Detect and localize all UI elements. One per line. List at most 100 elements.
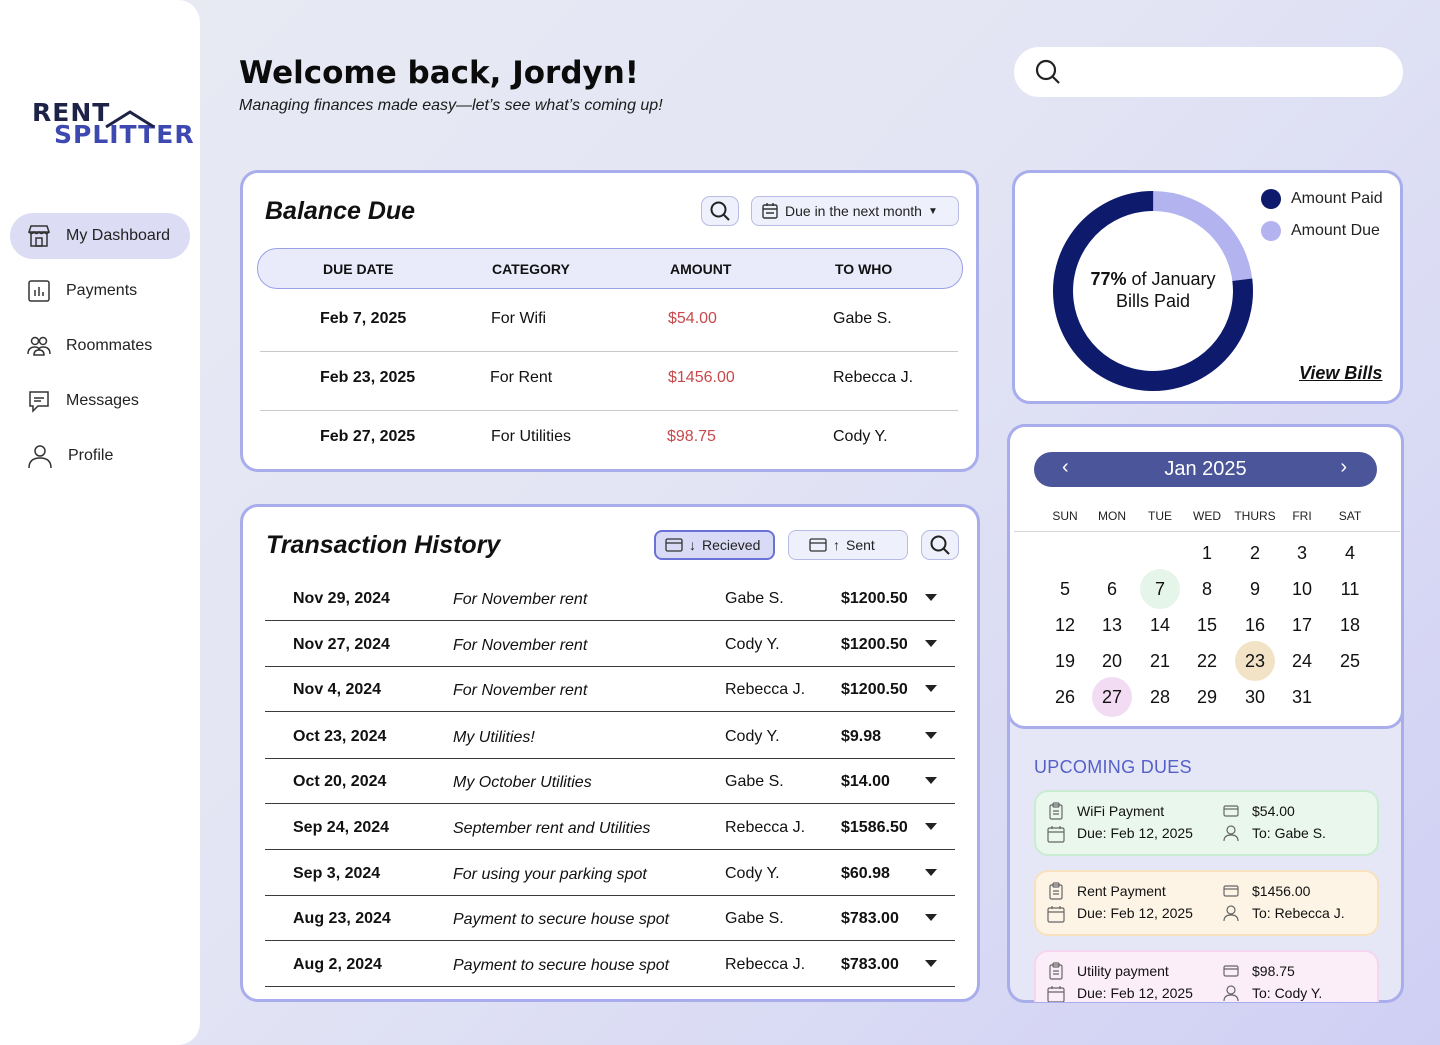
transaction-amount: $783.00 [841, 910, 899, 927]
search-input[interactable] [1072, 63, 1392, 81]
calendar-day[interactable]: 26 [1045, 677, 1085, 717]
calendar-day[interactable]: 5 [1045, 569, 1085, 609]
calendar-day[interactable]: 17 [1282, 605, 1322, 645]
view-bills-link[interactable]: View Bills [1299, 363, 1382, 384]
calendar-day[interactable]: 23 [1235, 641, 1275, 681]
due-amount: $1456.00 [668, 369, 735, 386]
expand-caret-icon[interactable] [925, 777, 937, 784]
calendar-day[interactable]: 8 [1187, 569, 1227, 609]
transaction-search-button[interactable] [921, 530, 959, 560]
paid-caption: of January [1126, 269, 1216, 289]
calendar-day[interactable]: 27 [1092, 677, 1132, 717]
calendar-day[interactable]: 10 [1282, 569, 1322, 609]
calendar-day[interactable]: 20 [1092, 641, 1132, 681]
table-row[interactable]: Feb 7, 2025 For Wifi $54.00 Gabe S. [260, 293, 958, 352]
sidebar-item-messages[interactable]: Messages [10, 378, 190, 424]
calendar-day[interactable]: 31 [1282, 677, 1322, 717]
calendar-day[interactable]: 3 [1282, 533, 1322, 573]
due-filter-dropdown[interactable]: Due in the next month ▼ [751, 196, 959, 226]
balance-due-card: Balance Due Due in the next month ▼ DUE … [240, 170, 979, 472]
chevron-left-icon[interactable]: ‹ [1062, 456, 1069, 479]
calendar-day[interactable]: 14 [1140, 605, 1180, 645]
transaction-date: Aug 2, 2024 [293, 956, 382, 973]
user-icon [1223, 985, 1239, 1002]
transaction-row[interactable]: Oct 20, 2024 My October Utilities Gabe S. $… [265, 768, 957, 804]
due-date: Feb 27, 2025 [320, 428, 416, 445]
expand-caret-icon[interactable] [925, 914, 937, 921]
calendar-day[interactable]: 12 [1045, 605, 1085, 645]
due-date: Due: Feb 12, 2025 [1077, 905, 1193, 921]
due-recipient: To: Rebecca J. [1252, 905, 1345, 921]
transaction-row[interactable]: Sep 3, 2024 For using your parking spot Co… [265, 860, 957, 896]
balance-search-button[interactable] [701, 196, 739, 226]
calendar-day[interactable]: 22 [1187, 641, 1227, 681]
calendar-day[interactable]: 13 [1092, 605, 1132, 645]
calendar-day[interactable]: 21 [1140, 641, 1180, 681]
tab-sent[interactable]: ↑ Sent [788, 530, 908, 560]
calendar-day[interactable]: 2 [1235, 533, 1275, 573]
expand-caret-icon[interactable] [925, 640, 937, 647]
calendar-day[interactable]: 30 [1235, 677, 1275, 717]
sidebar-item-profile[interactable]: Profile [10, 433, 190, 479]
table-row[interactable]: Feb 23, 2025 For Rent $1456.00 Rebecca J… [260, 352, 958, 411]
table-row[interactable]: Feb 27, 2025 For Utilities $98.75 Cody Y… [260, 411, 958, 470]
transaction-row[interactable]: Nov 4, 2024 For November rent Rebecca J. $1… [265, 676, 957, 712]
transaction-row[interactable]: Nov 29, 2024 For November rent Gabe S. $120… [265, 585, 957, 621]
upcoming-due-card[interactable]: WiFi Payment Due: Feb 12, 2025 $54.00 To: G… [1034, 790, 1379, 856]
upcoming-due-card[interactable]: Rent Payment Due: Feb 12, 2025 $1456.00 To:… [1034, 870, 1379, 936]
due-amount: $98.75 [1252, 963, 1295, 979]
due-amount: $54.00 [668, 310, 717, 327]
chevron-right-icon[interactable]: › [1340, 456, 1347, 479]
calendar-day[interactable]: 9 [1235, 569, 1275, 609]
transaction-row[interactable]: Sep 24, 2024 September rent and Utilities… [265, 814, 957, 850]
transaction-row[interactable]: Aug 2, 2024 Payment to secure house spot R… [265, 951, 957, 987]
weekday-label: FRI [1292, 509, 1312, 523]
calendar-day[interactable]: 25 [1330, 641, 1370, 681]
sidebar-item-roommates[interactable]: Roommates [10, 323, 190, 369]
row-divider [265, 849, 955, 850]
expand-caret-icon[interactable] [925, 823, 937, 830]
page-title: Welcome back, Jordyn! [239, 55, 639, 91]
transaction-row[interactable]: Aug 23, 2024 Payment to secure house spot… [265, 905, 957, 941]
calendar-day[interactable]: 7 [1140, 569, 1180, 609]
transaction-date: Oct 23, 2024 [293, 728, 387, 745]
transaction-date: Nov 4, 2024 [293, 681, 382, 698]
calendar-day[interactable]: 1 [1187, 533, 1227, 573]
upcoming-due-card[interactable]: Utility payment Due: Feb 12, 2025 $98.75 To… [1034, 950, 1379, 1002]
transaction-description: September rent and Utilities [453, 820, 651, 837]
transaction-description: For November rent [453, 591, 588, 608]
transaction-description: Payment to secure house spot [453, 911, 670, 928]
transaction-date: Oct 20, 2024 [293, 773, 387, 790]
expand-caret-icon[interactable] [925, 869, 937, 876]
sidebar-item-dashboard[interactable]: My Dashboard [10, 213, 190, 259]
calendar-day[interactable]: 6 [1092, 569, 1132, 609]
search-bar[interactable] [1014, 47, 1403, 97]
expand-caret-icon[interactable] [925, 594, 937, 601]
transaction-row[interactable]: Oct 23, 2024 My Utilities! Cody Y. $9.98 [265, 723, 957, 759]
row-divider [265, 803, 955, 804]
sidebar-item-payments[interactable]: Payments [10, 268, 190, 314]
due-name: Utility payment [1077, 963, 1169, 979]
due-recipient: To: Gabe S. [1252, 825, 1326, 841]
calendar-day[interactable]: 15 [1187, 605, 1227, 645]
expand-caret-icon[interactable] [925, 732, 937, 739]
transaction-amount: $1586.50 [841, 819, 908, 836]
calendar-day[interactable]: 29 [1187, 677, 1227, 717]
calendar-day[interactable]: 19 [1045, 641, 1085, 681]
calendar-day[interactable]: 24 [1282, 641, 1322, 681]
transaction-amount: $1200.50 [841, 681, 908, 698]
users-icon [27, 336, 51, 356]
transaction-person: Rebecca J. [725, 819, 806, 836]
calendar-day[interactable]: 18 [1330, 605, 1370, 645]
due-filter-label: Due in the next month [785, 203, 922, 219]
calendar-day[interactable]: 11 [1330, 569, 1370, 609]
calendar-day[interactable]: 4 [1330, 533, 1370, 573]
calendar-day[interactable]: 16 [1235, 605, 1275, 645]
card-icon [809, 538, 827, 552]
app-logo[interactable]: RENT SPLITTER [32, 98, 194, 150]
transaction-row[interactable]: Nov 27, 2024 For November rent Cody Y. $120… [265, 631, 957, 667]
expand-caret-icon[interactable] [925, 960, 937, 967]
calendar-day[interactable]: 28 [1140, 677, 1180, 717]
expand-caret-icon[interactable] [925, 685, 937, 692]
tab-received[interactable]: ↓ Recieved [654, 530, 775, 560]
